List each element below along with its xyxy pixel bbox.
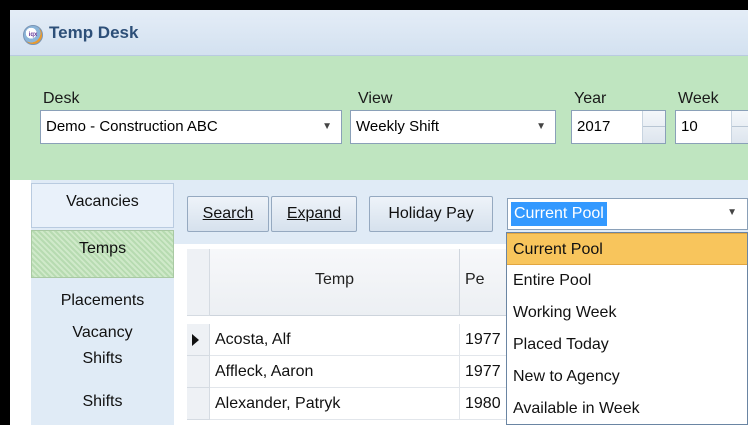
year-label: Year — [574, 90, 607, 107]
sidebar-item-shifts[interactable]: Shifts — [31, 388, 174, 416]
view-select-value: Weekly Shift — [356, 118, 440, 135]
desk-select[interactable]: Demo - Construction ABC ▼ — [40, 110, 342, 144]
filter-panel: Desk Demo - Construction ABC ▼ View Week… — [10, 56, 748, 180]
year-spin-buttons[interactable] — [642, 111, 665, 143]
cell-pe[interactable]: 1977 — [460, 324, 510, 356]
cell-temp[interactable]: Acosta, Alf — [210, 324, 460, 356]
expand-button-label: Expand — [286, 205, 342, 222]
row-selector[interactable] — [187, 388, 210, 420]
cell-pe[interactable]: 1977 — [460, 356, 510, 388]
sidebar-item-vacancy-shifts[interactable]: Vacancy Shifts — [31, 320, 174, 380]
row-selector[interactable] — [187, 356, 210, 388]
pool-select[interactable]: Current Pool ▼ — [507, 198, 748, 230]
holiday-pay-label: Holiday Pay — [388, 205, 474, 222]
sidebar-item-placements[interactable]: Placements — [31, 287, 174, 315]
column-header-pe[interactable]: Pe — [460, 249, 510, 316]
row-selector[interactable] — [187, 324, 210, 356]
cell-temp[interactable]: Alexander, Patryk — [210, 388, 460, 420]
title-bar: iqx Temp Desk — [10, 10, 748, 56]
week-spin-buttons[interactable] — [731, 111, 748, 143]
week-value: 10 — [681, 118, 698, 135]
holiday-pay-button[interactable]: Holiday Pay — [369, 196, 493, 232]
year-value: 2017 — [577, 118, 611, 135]
sidebar-item-label: Shifts — [82, 350, 123, 367]
week-spinner[interactable]: 10 — [675, 110, 748, 144]
sidebar-item-vacancies[interactable]: Vacancies — [31, 183, 174, 228]
temp-desk-window: iqx Temp Desk Desk Demo - Construction A… — [10, 10, 748, 425]
expand-button[interactable]: Expand — [271, 196, 357, 232]
desk-select-value: Demo - Construction ABC — [46, 118, 218, 135]
grid-corner — [187, 249, 210, 316]
view-label: View — [358, 90, 393, 107]
search-button-label: Search — [202, 205, 254, 222]
pool-option-current-pool[interactable]: Current Pool — [507, 233, 747, 265]
pool-option-placed-today[interactable]: Placed Today — [507, 329, 747, 361]
year-spinner[interactable]: 2017 — [571, 110, 666, 144]
week-label: Week — [678, 90, 719, 107]
search-button[interactable]: Search — [187, 196, 269, 232]
current-row-pointer-icon — [192, 334, 199, 346]
sidebar: Vacancies Temps Placements Vacancy Shift… — [31, 180, 174, 425]
pool-option-new-to-agency[interactable]: New to Agency — [507, 361, 747, 393]
pool-dropdown-list: Current Pool Entire Pool Working Week Pl… — [506, 232, 748, 425]
desk-label: Desk — [43, 90, 80, 107]
sidebar-item-temps[interactable]: Temps — [31, 230, 174, 278]
view-select[interactable]: Weekly Shift ▼ — [350, 110, 556, 144]
pool-option-available-in-week[interactable]: Available in Week — [507, 393, 747, 425]
iqx-logo-icon: iqx — [23, 25, 43, 45]
pool-select-value: Current Pool — [511, 202, 607, 226]
chevron-down-icon[interactable]: ▼ — [536, 111, 546, 143]
cell-temp[interactable]: Affleck, Aaron — [210, 356, 460, 388]
cell-pe[interactable]: 1980 — [460, 388, 510, 420]
sidebar-item-label: Vacancy — [72, 324, 133, 341]
pool-option-working-week[interactable]: Working Week — [507, 297, 747, 329]
chevron-down-icon[interactable]: ▼ — [727, 207, 737, 218]
window-title: Temp Desk — [49, 23, 139, 42]
column-header-temp[interactable]: Temp — [210, 249, 460, 316]
pool-option-entire-pool[interactable]: Entire Pool — [507, 265, 747, 297]
chevron-down-icon[interactable]: ▼ — [322, 111, 332, 143]
